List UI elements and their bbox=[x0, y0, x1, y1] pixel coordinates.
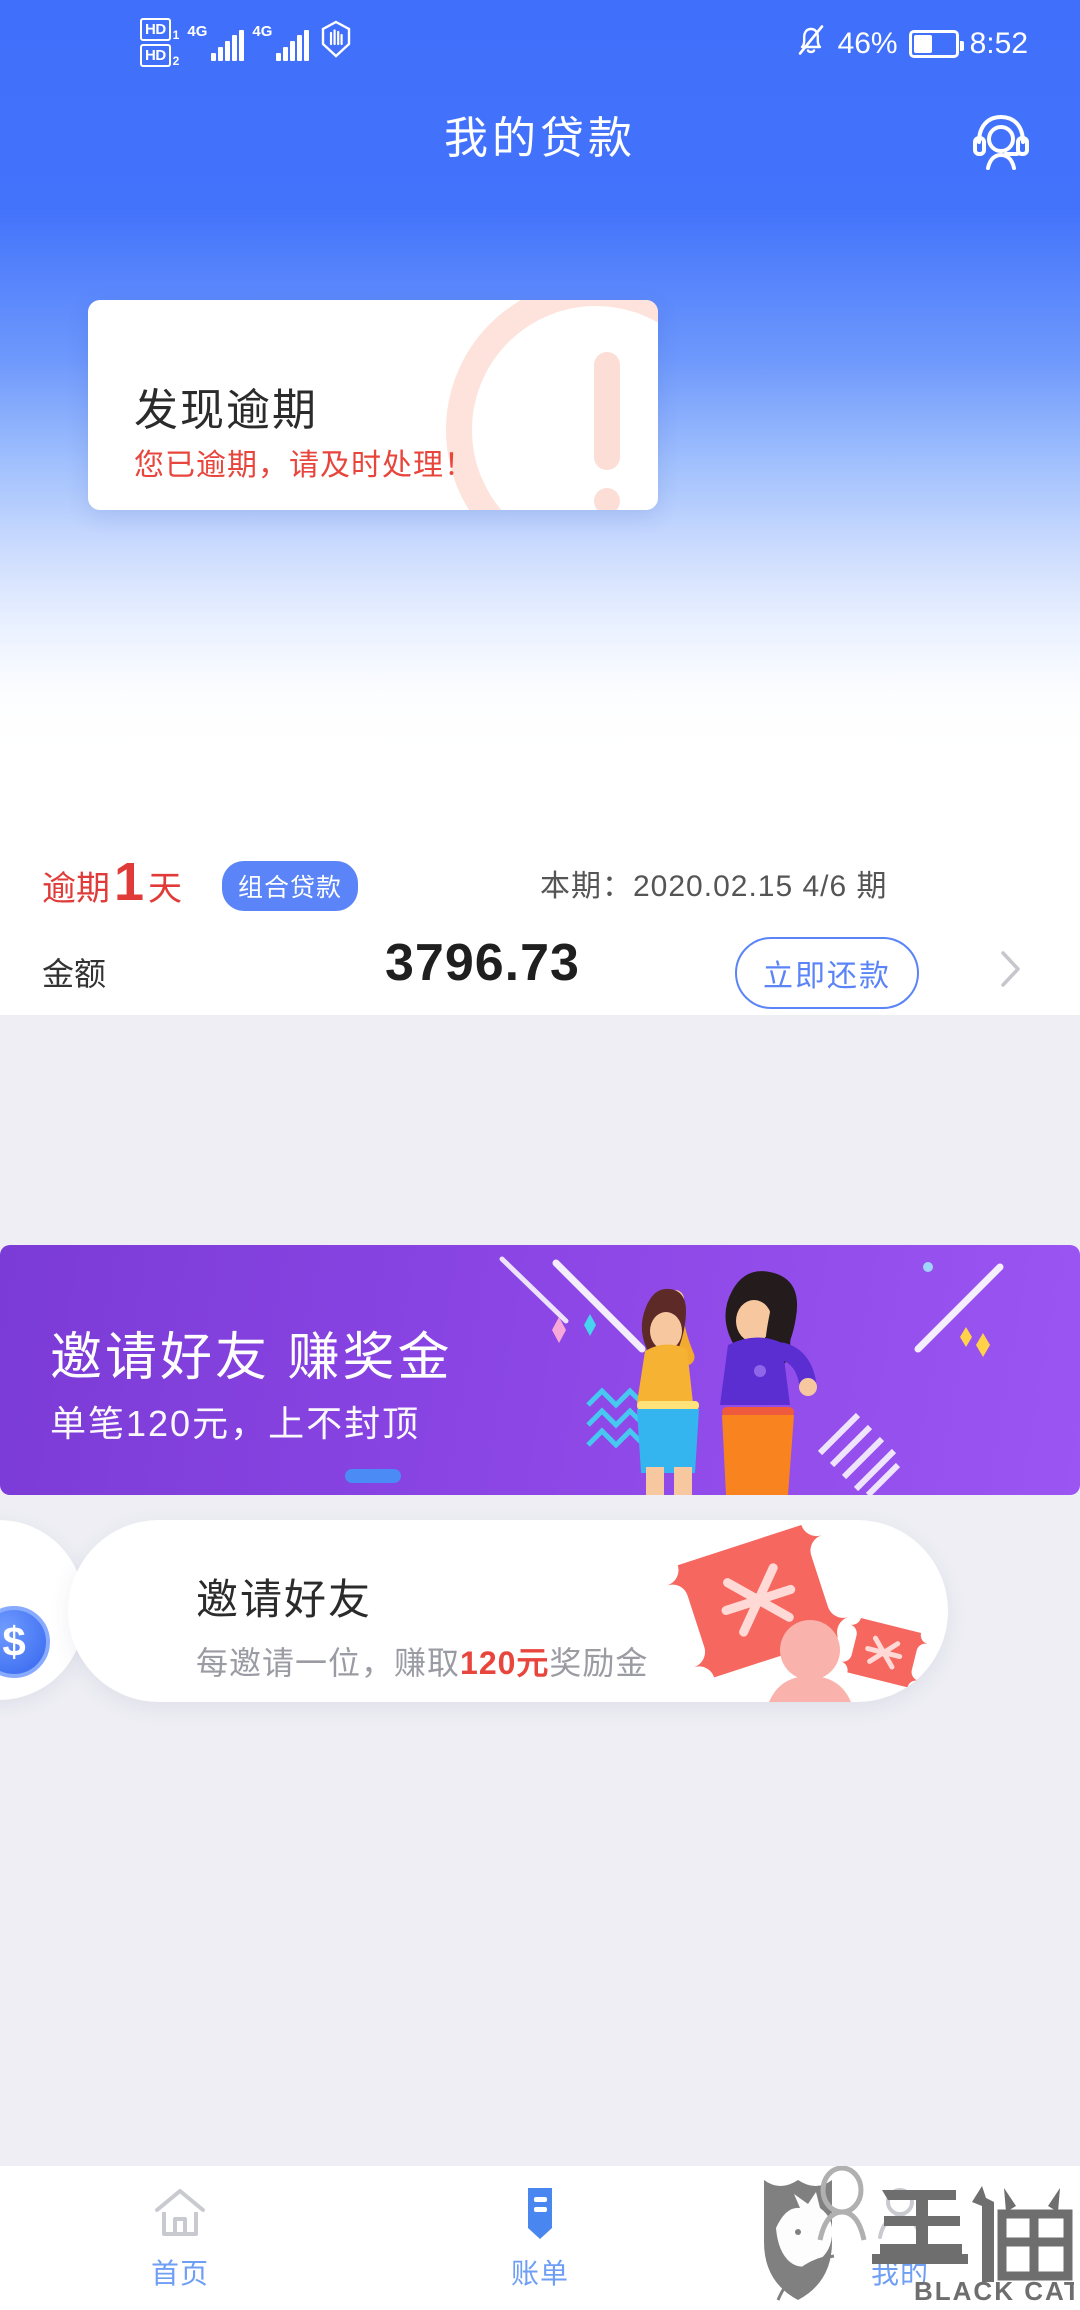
nav-label-bill: 账单 bbox=[510, 2258, 569, 2289]
page-title: 我的贷款 bbox=[444, 114, 636, 163]
sim2-network-type: 4G bbox=[252, 23, 273, 40]
overdue-suffix: 天 bbox=[148, 870, 183, 908]
overdue-prefix: 逾期 bbox=[42, 870, 110, 908]
home-icon bbox=[152, 2184, 208, 2242]
exclamation-circle-icon bbox=[446, 300, 658, 510]
chevron-right-icon[interactable] bbox=[1000, 949, 1022, 989]
promo-pagination-indicator[interactable] bbox=[345, 1469, 401, 1483]
amount-label: 金额 bbox=[42, 956, 107, 992]
battery-percent-label: 46% bbox=[837, 27, 898, 60]
exclamation-mark-glyph bbox=[594, 352, 620, 510]
overdue-days-label: 逾期 1 天 bbox=[42, 855, 182, 910]
invite-friends-card[interactable]: 邀请好友 每邀请一位，赚取120元奖励金 bbox=[68, 1520, 948, 1702]
invite-sub-prefix: 每邀请一位，赚取 bbox=[196, 1645, 461, 1681]
battery-icon bbox=[908, 30, 964, 58]
overdue-days-count: 1 bbox=[114, 852, 145, 912]
invite-card-title: 邀请好友 bbox=[196, 1576, 373, 1623]
status-bar-left-group: HD 1 HD 2 4G 4G bbox=[140, 18, 353, 67]
dual-sim-hd-stack: HD 1 HD 2 bbox=[140, 18, 179, 67]
invite-sub-suffix: 奖励金 bbox=[549, 1645, 649, 1681]
app-bar: 我的贷款 bbox=[0, 80, 1080, 190]
hd2-indicator: HD 2 bbox=[140, 44, 179, 67]
bell-muted-icon bbox=[795, 22, 827, 66]
customer-service-icon[interactable] bbox=[964, 100, 1038, 174]
sim1-signal-bars-icon bbox=[211, 30, 245, 61]
status-bar: HD 1 HD 2 4G 4G 46% 8:52 bbox=[0, 0, 1080, 80]
invite-cards-carousel[interactable]: $ 邀请好友 每邀请一位，赚取120元奖励金 bbox=[0, 1520, 1080, 1710]
loan-period-label: 本期：2020.02.15 4/6 期 bbox=[540, 870, 888, 903]
repay-now-button[interactable]: 立即还款 bbox=[735, 937, 919, 1009]
overdue-alert-card: 发现逾期 您已逾期，请及时处理！ bbox=[88, 300, 658, 510]
sim1-signal-group: 4G bbox=[187, 23, 245, 61]
two-women-celebrating-illustration bbox=[499, 1256, 1004, 1495]
promo-banner-title: 邀请好友 赚奖金 bbox=[50, 1329, 453, 1387]
coupon-ticket-icon bbox=[667, 1525, 928, 1702]
hd2-label: HD bbox=[140, 44, 171, 67]
bottom-navigation-bar[interactable]: 首页 账单 我的 BLACK CAT bbox=[0, 2165, 1080, 2310]
invite-card-subtitle: 每邀请一位，赚取120元奖励金 bbox=[196, 1638, 648, 1684]
nav-item-bill[interactable]: 账单 bbox=[360, 2166, 720, 2310]
hd1-label: HD bbox=[140, 18, 171, 41]
profile-icon bbox=[872, 2184, 928, 2242]
nav-label-profile: 我的 bbox=[870, 2258, 929, 2289]
hand-stop-icon bbox=[319, 20, 353, 63]
invite-promo-banner[interactable]: 邀请好友 赚奖金 单笔120元，上不封顶 bbox=[0, 1245, 1080, 1495]
loan-type-badge: 组合贷款 bbox=[222, 861, 359, 911]
hd1-indicator: HD 1 bbox=[140, 18, 179, 41]
sim1-network-type: 4G bbox=[187, 23, 208, 40]
hd1-number: 1 bbox=[172, 28, 180, 42]
sim2-signal-bars-icon bbox=[276, 30, 310, 61]
status-bar-right-group: 46% 8:52 bbox=[795, 22, 1028, 66]
nav-label-home: 首页 bbox=[150, 2258, 209, 2289]
amount-value: 3796.73 bbox=[385, 934, 580, 992]
bill-icon bbox=[512, 2184, 568, 2242]
loan-summary-section[interactable]: 逾期 1 天 组合贷款 本期：2020.02.15 4/6 期 金额 3796.… bbox=[0, 745, 1080, 1015]
nav-item-home[interactable]: 首页 bbox=[0, 2166, 360, 2310]
clock-label: 8:52 bbox=[969, 27, 1028, 60]
overdue-card-title: 发现逾期 bbox=[134, 386, 318, 435]
nav-item-profile[interactable]: 我的 bbox=[720, 2166, 1080, 2310]
sim2-signal-group: 4G bbox=[252, 23, 310, 61]
overdue-card-subtitle: 您已逾期，请及时处理！ bbox=[134, 449, 475, 482]
hd2-number: 2 bbox=[172, 54, 180, 68]
loan-meta-row: 逾期 1 天 组合贷款 本期：2020.02.15 4/6 期 bbox=[0, 855, 1080, 915]
dollar-coin-icon: $ bbox=[0, 1606, 50, 1678]
loan-amount-row: 金额 3796.73 立即还款 bbox=[0, 934, 1080, 1015]
invite-sub-amount: 120元 bbox=[460, 1645, 550, 1681]
promo-banner-subtitle: 单笔120元，上不封顶 bbox=[50, 1403, 421, 1444]
